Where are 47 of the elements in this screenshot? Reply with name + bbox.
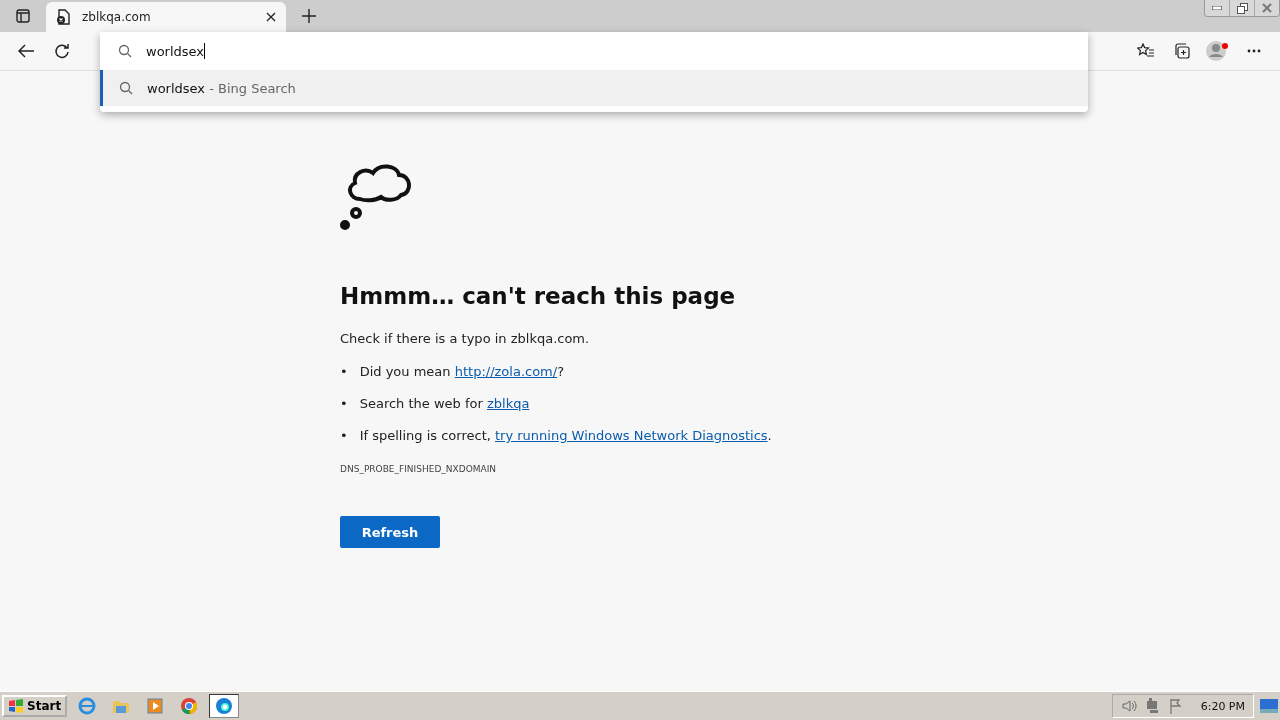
star-list-icon: [1137, 43, 1155, 59]
flag-icon[interactable]: [1168, 698, 1183, 714]
windows-flag-icon: [8, 699, 24, 713]
suggestion-link[interactable]: http://zola.com/: [454, 364, 558, 379]
search-icon: [118, 44, 132, 58]
bullet: •: [340, 395, 348, 413]
close-icon: [1262, 3, 1272, 13]
error-heading: Hmmm… can't reach this page: [340, 283, 736, 309]
bullet: •: [340, 427, 348, 445]
address-field[interactable]: worldsex: [100, 32, 1088, 70]
page-error-icon: [56, 9, 72, 25]
tab-title: zblkqa.com: [82, 10, 152, 24]
suggestion-text: If spelling is correct, try running Windows Network Diagnostics.: [359, 427, 772, 445]
error-message: Check if there is a typo in zblkqa.com.: [340, 331, 590, 346]
restore-button[interactable]: [1229, 0, 1254, 16]
network-icon[interactable]: [1144, 698, 1161, 714]
edge-taskbar-button[interactable]: [209, 694, 240, 718]
play-icon: [147, 698, 164, 714]
sidebar-icon: [16, 9, 30, 23]
close-icon[interactable]: [266, 12, 276, 22]
suggestion-text: Search the web for zblkqa: [359, 395, 530, 413]
reload-icon: [54, 43, 70, 59]
more-icon: [1247, 49, 1261, 53]
bullet: •: [340, 363, 348, 381]
avatar-icon: [1206, 40, 1230, 62]
suggestion-text: Did you mean http://zola.com/?: [359, 363, 565, 381]
globe-icon: [78, 697, 97, 715]
speaker-icon[interactable]: [1120, 699, 1137, 713]
restore-icon: [1236, 2, 1248, 14]
folder-icon: [112, 698, 131, 714]
error-code: DNS_PROBE_FINISHED_NXDOMAIN: [340, 464, 497, 474]
search-suggestion[interactable]: worldsex - Bing Search: [100, 70, 1088, 106]
suggestion-link[interactable]: try running Windows Network Diagnostics: [495, 428, 768, 443]
suggestion-link[interactable]: zblkqa: [486, 396, 530, 411]
collections-icon: [1173, 42, 1191, 60]
chrome-icon: [180, 697, 199, 715]
search-icon: [119, 81, 133, 95]
plus-icon: [302, 9, 316, 23]
clock[interactable]: 6:20 PM: [1200, 699, 1245, 713]
start-button[interactable]: Start: [2, 695, 68, 717]
back-arrow-icon: [18, 44, 34, 58]
minimize-icon: [1212, 6, 1222, 10]
close-button[interactable]: [1254, 0, 1279, 16]
browser-tab[interactable]: zblkqa.com: [46, 2, 286, 32]
minimize-button[interactable]: [1205, 0, 1229, 16]
refresh-button[interactable]: Refresh: [340, 516, 440, 548]
show-desktop-icon[interactable]: [1260, 699, 1278, 713]
